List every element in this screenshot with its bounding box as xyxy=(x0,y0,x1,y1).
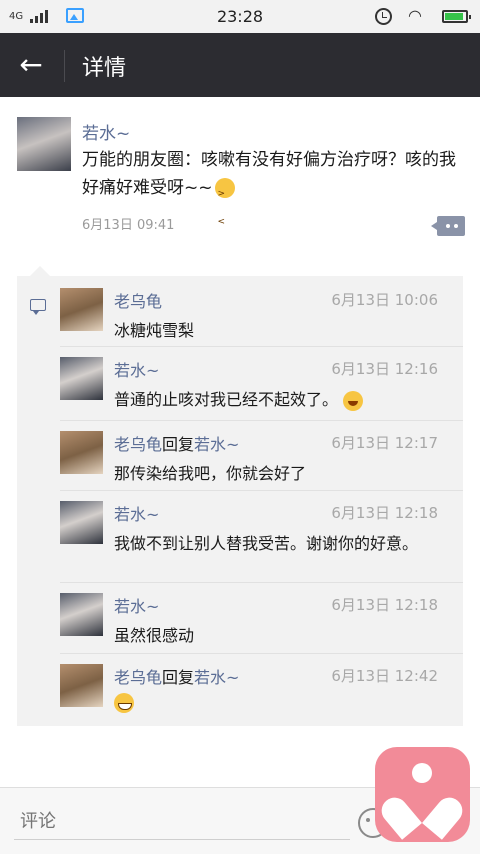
comment-divider xyxy=(60,346,463,347)
post-text: 万能的朋友圈：咳嗽有没有好偏方治疗呀？咳的我好痛好难受呀~~ xyxy=(82,146,462,236)
heart-person-icon xyxy=(412,763,432,783)
comment-text: 那传染给我吧，你就会好了 xyxy=(114,464,307,483)
commenter-name[interactable]: 若水~ xyxy=(114,593,159,617)
grinning-emoji-icon xyxy=(114,693,134,713)
comment-timestamp: 6月13日 12:17 xyxy=(331,434,438,452)
back-arrow-icon[interactable]: ← xyxy=(14,49,48,83)
comment-divider xyxy=(60,420,463,421)
comment-menu-button[interactable] xyxy=(431,216,465,236)
sick-face-emoji-icon xyxy=(214,178,235,236)
comment-timestamp: 6月13日 10:06 xyxy=(331,291,438,309)
comment-text: 虽然很感动 xyxy=(114,626,195,645)
status-bar: 4G 23:28 ◠ xyxy=(0,0,480,33)
comment-divider xyxy=(60,582,463,583)
post-author-name[interactable]: 若水~ xyxy=(82,119,130,144)
commenter-avatar[interactable] xyxy=(60,664,103,707)
commenter-avatar[interactable] xyxy=(60,593,103,636)
comment-text: 普通的止咳对我已经不起效了。 xyxy=(114,386,439,413)
commenter-name[interactable]: 老乌龟回复若水~ xyxy=(114,664,239,688)
comment-timestamp: 6月13日 12:42 xyxy=(331,667,438,685)
title-bar: ← 详情 xyxy=(0,33,480,97)
post-text-content: 万能的朋友圈：咳嗽有没有好偏方治疗呀？咳的我好痛好难受呀~~ xyxy=(82,150,456,198)
floating-heart-button[interactable] xyxy=(375,747,470,842)
comment-divider xyxy=(60,490,463,491)
commenter-avatar[interactable] xyxy=(60,357,103,400)
commenter-name[interactable]: 老乌龟 xyxy=(114,288,162,312)
comment-divider xyxy=(60,653,463,654)
comment-text: 冰糖炖雪梨 xyxy=(114,321,195,340)
comment-bubble-icon xyxy=(30,299,46,315)
comment-text: 我做不到让别人替我受苦。谢谢你的好意。 xyxy=(114,534,419,553)
laughing-emoji-icon xyxy=(343,390,364,411)
commenter-name[interactable]: 老乌龟回复若水~ xyxy=(114,431,239,455)
wifi-icon: ◠ xyxy=(408,6,422,25)
commenter-name[interactable]: 若水~ xyxy=(114,501,159,525)
post-author-avatar[interactable] xyxy=(17,117,71,171)
commenter-avatar[interactable] xyxy=(60,288,103,331)
battery-icon xyxy=(442,10,471,23)
comment-timestamp: 6月13日 12:18 xyxy=(331,596,438,614)
comment-input[interactable] xyxy=(18,806,352,838)
commenter-avatar[interactable] xyxy=(60,431,103,474)
alarm-icon xyxy=(375,8,392,25)
commenter-avatar[interactable] xyxy=(60,501,103,544)
comment-timestamp: 6月13日 12:18 xyxy=(331,504,438,522)
title-divider xyxy=(64,50,65,82)
comments-caret xyxy=(30,266,50,276)
comment-timestamp: 6月13日 12:16 xyxy=(331,360,438,378)
page-title: 详情 xyxy=(82,56,127,81)
commenter-name[interactable]: 若水~ xyxy=(114,357,159,381)
comment-text xyxy=(114,693,439,721)
input-underline xyxy=(14,839,350,840)
post-timestamp: 6月13日 09:41 xyxy=(82,218,175,233)
